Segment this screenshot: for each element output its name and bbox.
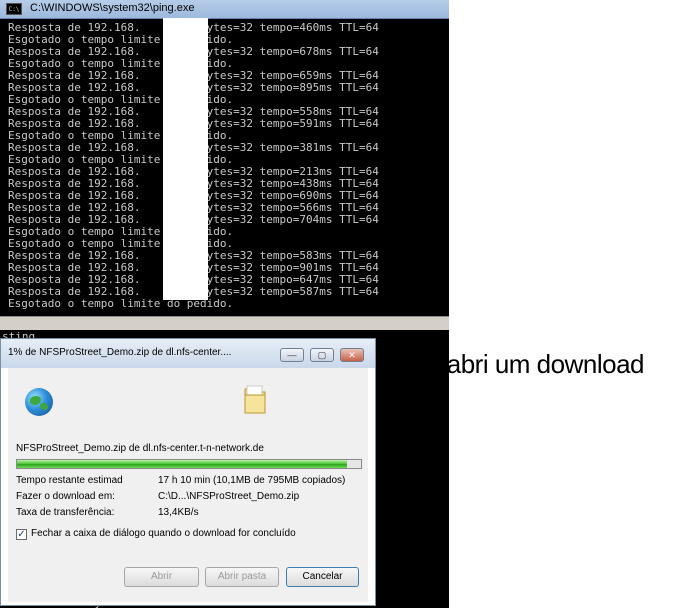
dialog-title: 1% de NFSProStreet_Demo.zip de dl.nfs-ce… — [8, 347, 232, 358]
close-button[interactable]: ✕ — [340, 348, 364, 362]
cmd-window-icon: C:\ — [6, 3, 22, 15]
file-source-label: NFSProStreet_Demo.zip de dl.nfs-center.t… — [16, 443, 264, 454]
console-output: Resposta de 192.168. : bytes=32 tempo=46… — [8, 22, 446, 317]
open-button[interactable]: Abrir — [124, 567, 199, 587]
console-line: Esgotado o tempo limite do pedido. — [8, 297, 234, 310]
download-dialog: 1% de NFSProStreet_Demo.zip de dl.nfs-ce… — [0, 338, 376, 606]
console-title: C:\WINDOWS\system32\ping.exe — [30, 2, 195, 14]
cancel-button[interactable]: Cancelar — [286, 567, 359, 587]
close-on-complete-checkbox[interactable]: ✓ — [16, 529, 27, 540]
open-folder-button[interactable]: Abrir pasta — [205, 567, 279, 587]
console-bottom-edge — [0, 316, 449, 331]
info-label-time-remaining: Tempo restante estimad — [16, 475, 123, 486]
console-titlebar[interactable]: C:\ C:\WINDOWS\system32\ping.exe — [0, 0, 449, 19]
redaction-block — [163, 18, 208, 300]
download-progress-bar — [16, 459, 362, 469]
info-value-time-remaining: 17 h 10 min (10,1MB de 795MB copiados) — [158, 475, 346, 486]
info-value-download-to: C:\D...\NFSProStreet_Demo.zip — [158, 491, 300, 502]
maximize-button[interactable]: ▢ — [310, 348, 334, 362]
close-on-complete-label: Fechar a caixa de diálogo quando o downl… — [31, 528, 296, 539]
dialog-titlebar[interactable]: 1% de NFSProStreet_Demo.zip de dl.nfs-ce… — [1, 339, 375, 368]
info-label-download-to: Fazer o download em: — [16, 491, 115, 502]
folder-zip-icon — [244, 385, 266, 414]
globe-icon — [25, 388, 53, 416]
ping-console-window: C:\ C:\WINDOWS\system32\ping.exe Respost… — [0, 0, 449, 331]
progress-fill — [17, 460, 348, 468]
info-value-transfer-rate: 13,4KB/s — [158, 507, 199, 518]
annotation-caption: Aqui abri um download — [390, 349, 645, 379]
minimize-button[interactable]: — — [280, 348, 304, 362]
info-label-transfer-rate: Taxa de transferência: — [16, 507, 115, 518]
